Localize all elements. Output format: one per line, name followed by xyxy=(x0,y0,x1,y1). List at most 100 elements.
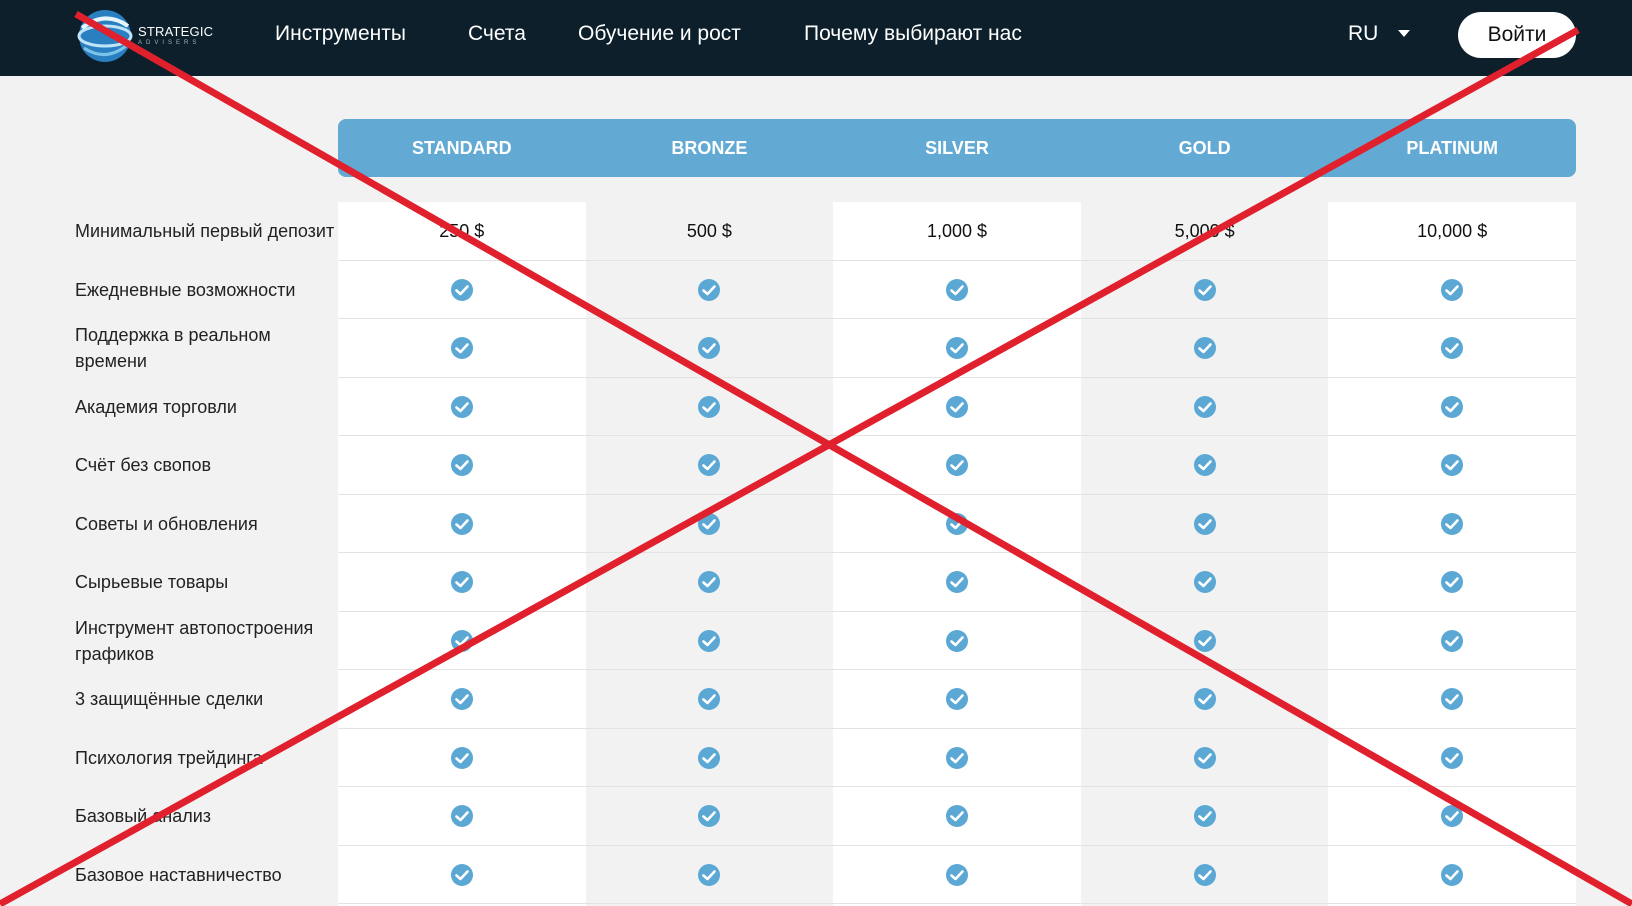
check-circle-icon xyxy=(450,629,473,652)
feature-label: Психология трейдинга xyxy=(75,747,263,768)
feature-cell xyxy=(833,612,1081,671)
feature-cell xyxy=(833,436,1081,495)
plan-silver[interactable]: SILVER xyxy=(833,119,1081,177)
check-circle-icon xyxy=(1193,629,1216,652)
check-circle-icon xyxy=(945,629,968,652)
check-circle-icon xyxy=(698,571,721,594)
nav-instruments[interactable]: Инструменты xyxy=(275,22,406,46)
deposit-cell: 1,000 $ xyxy=(833,202,1081,261)
check-circle-icon xyxy=(1441,805,1464,828)
check-circle-icon xyxy=(698,629,721,652)
feature-cell xyxy=(338,319,586,378)
feature-row: Ежедневные возможности xyxy=(0,261,1632,320)
feature-label: Инструмент автопостроения графиков xyxy=(75,617,314,664)
feature-row: Базовое наставничество xyxy=(0,846,1632,905)
check-circle-icon xyxy=(1441,863,1464,886)
feature-cell xyxy=(586,261,834,320)
feature-cell xyxy=(586,729,834,788)
feature-row: 3 защищённые сделки xyxy=(0,670,1632,729)
check-circle-icon xyxy=(1441,454,1464,477)
deposit-row: Минимальный первый депозит 250 $ 500 $ 1,00… xyxy=(0,202,1632,261)
nav-accounts[interactable]: Счета xyxy=(468,22,526,46)
check-circle-icon xyxy=(1193,454,1216,477)
brand-subtitle: ADVISERS xyxy=(138,40,201,46)
feature-cell xyxy=(833,670,1081,729)
feature-cell xyxy=(833,553,1081,612)
check-circle-icon xyxy=(1193,688,1216,711)
feature-cell xyxy=(1328,846,1576,905)
nav-education[interactable]: Обучение и рост xyxy=(578,22,741,46)
feature-cell xyxy=(833,495,1081,554)
check-circle-icon xyxy=(945,688,968,711)
feature-cell xyxy=(586,787,834,846)
check-circle-icon xyxy=(1193,863,1216,886)
feature-cell xyxy=(833,319,1081,378)
check-circle-icon xyxy=(450,395,473,418)
feature-cell xyxy=(338,729,586,788)
check-circle-icon xyxy=(1441,395,1464,418)
feature-cell xyxy=(586,495,834,554)
check-circle-icon xyxy=(945,571,968,594)
feature-cell xyxy=(1328,261,1576,320)
check-circle-icon xyxy=(1441,512,1464,535)
feature-row: Советы и обновления xyxy=(0,495,1632,554)
caret-down-icon xyxy=(1398,30,1411,38)
check-circle-icon xyxy=(698,395,721,418)
feature-cell xyxy=(1081,670,1329,729)
feature-cell xyxy=(833,261,1081,320)
feature-cell xyxy=(833,846,1081,905)
check-circle-icon xyxy=(945,395,968,418)
feature-cell xyxy=(1328,787,1576,846)
check-circle-icon xyxy=(1193,278,1216,301)
feature-cell xyxy=(338,495,586,554)
check-circle-icon xyxy=(1193,746,1216,769)
deposit-value: 5,000 $ xyxy=(1174,220,1235,241)
feature-label: Ежедневные возможности xyxy=(75,279,296,300)
check-circle-icon xyxy=(698,278,721,301)
deposit-cell: 250 $ xyxy=(338,202,586,261)
check-circle-icon xyxy=(945,512,968,535)
feature-cell xyxy=(1328,378,1576,437)
deposit-cell: 10,000 $ xyxy=(1328,202,1576,261)
feature-cell xyxy=(1081,319,1329,378)
feature-label: Поддержка в реальном времени xyxy=(75,325,271,372)
feature-cell xyxy=(586,378,834,437)
check-circle-icon xyxy=(450,571,473,594)
feature-cell xyxy=(586,612,834,671)
check-circle-icon xyxy=(450,278,473,301)
check-circle-icon xyxy=(450,454,473,477)
plan-platinum[interactable]: PLATINUM xyxy=(1328,119,1576,177)
feature-row: Счёт без свопов xyxy=(0,436,1632,495)
navbar: STRATEGIC ADVISERS Инструменты Счета Обу… xyxy=(0,0,1632,76)
site-logo[interactable]: STRATEGIC ADVISERS xyxy=(74,4,234,68)
plan-gold[interactable]: GOLD xyxy=(1081,119,1329,177)
feature-row: Психология трейдинга xyxy=(0,729,1632,788)
deposit-value: 500 $ xyxy=(686,220,732,241)
check-circle-icon xyxy=(698,863,721,886)
deposit-value: 250 $ xyxy=(439,220,485,241)
feature-cell xyxy=(338,846,586,905)
plan-standard[interactable]: STANDARD xyxy=(338,119,586,177)
feature-row: Поддержка в реальном времени xyxy=(0,319,1632,378)
nav-why-us[interactable]: Почему выбирают нас xyxy=(804,22,1022,46)
feature-cell xyxy=(833,378,1081,437)
check-circle-icon xyxy=(1193,571,1216,594)
feature-cell xyxy=(1328,612,1576,671)
feature-cell xyxy=(1081,436,1329,495)
feature-cell xyxy=(1081,846,1329,905)
feature-cell xyxy=(338,787,586,846)
plan-bronze[interactable]: BRONZE xyxy=(586,119,834,177)
check-circle-icon xyxy=(945,863,968,886)
feature-label: Сырьевые товары xyxy=(75,572,229,593)
feature-row: Инструмент автопостроения графиков xyxy=(0,612,1632,671)
deposit-value: 1,000 $ xyxy=(926,220,988,241)
feature-cell xyxy=(338,670,586,729)
feature-cell xyxy=(1081,612,1329,671)
globe-logo-icon xyxy=(77,10,133,62)
login-button[interactable]: Войти xyxy=(1458,12,1576,58)
check-circle-icon xyxy=(450,688,473,711)
check-circle-icon xyxy=(945,337,968,360)
feature-label: Базовое наставничество xyxy=(75,864,282,885)
feature-cell xyxy=(586,319,834,378)
language-selector[interactable]: RU xyxy=(1348,22,1411,46)
